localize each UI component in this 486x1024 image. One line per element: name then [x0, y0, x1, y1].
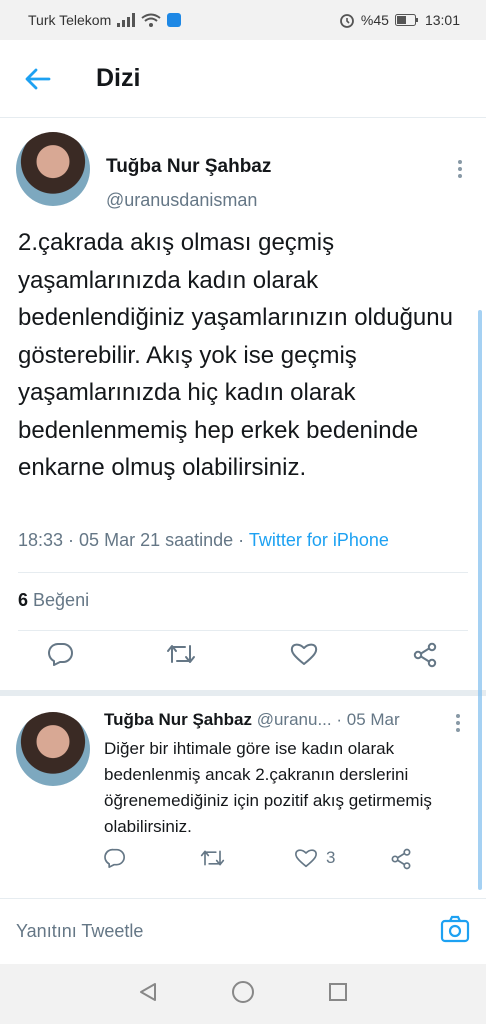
heart-icon	[290, 643, 318, 665]
square-recents-icon	[329, 982, 347, 1001]
app-bar: Dizi	[0, 40, 486, 118]
battery-percent: %45	[360, 12, 389, 28]
more-options-icon[interactable]	[456, 714, 460, 732]
tweet-source-link[interactable]: Twitter for iPhone	[249, 530, 389, 550]
divider	[18, 572, 468, 573]
back-button[interactable]	[0, 40, 76, 118]
reply-icon	[48, 642, 73, 666]
reply-icon	[104, 848, 125, 868]
retweet-icon	[200, 850, 225, 866]
signal-icon	[117, 13, 136, 27]
tweet-header: Tuğba Nur Şahbaz @uranusdanisman	[16, 132, 470, 211]
author-handle[interactable]: @uranusdanisman	[106, 190, 257, 211]
heart-icon	[295, 849, 317, 868]
reply-header: Tuğba Nur Şahbaz @uranu... · 05 Mar	[104, 710, 400, 729]
share-button[interactable]	[390, 848, 412, 870]
retweet-button[interactable]	[200, 848, 225, 868]
tweet-time: 18:33	[18, 530, 64, 550]
reply-date: 05 Mar	[346, 710, 400, 729]
triangle-back-icon	[140, 982, 156, 1001]
arrow-left-icon	[25, 68, 51, 89]
retweet-icon	[167, 645, 195, 663]
divider	[18, 630, 468, 631]
reply-compose-bar[interactable]: Yanıtını Tweetle	[0, 898, 486, 964]
tweet-actions	[0, 642, 486, 682]
avatar[interactable]	[16, 712, 90, 786]
shield-icon	[167, 13, 182, 27]
nav-back-button[interactable]	[137, 981, 159, 1008]
reply-input[interactable]: Yanıtını Tweetle	[16, 921, 143, 942]
carrier-label: Turk Telekom	[28, 12, 112, 28]
likes-count: 6	[18, 590, 29, 610]
camera-button[interactable]	[440, 915, 470, 948]
status-bar: Turk Telekom %45 13:01	[0, 0, 486, 40]
like-button[interactable]: 3	[294, 848, 335, 868]
wifi-icon	[141, 13, 161, 27]
clock-time: 13:01	[424, 12, 460, 28]
camera-icon	[440, 915, 470, 943]
scrollbar[interactable]	[478, 310, 482, 890]
share-icon	[413, 642, 437, 668]
likes-label: Beğeni	[33, 590, 90, 610]
tweet-text: 2.çakrada akış olması geçmiş yaşamlarını…	[18, 229, 453, 481]
reply-button[interactable]	[48, 642, 74, 666]
likes-summary[interactable]: 6 Beğeni	[18, 590, 89, 611]
like-count: 3	[326, 848, 336, 867]
alarm-icon	[339, 12, 355, 28]
reply-button[interactable]	[104, 848, 126, 868]
page-title: Dizi	[96, 64, 141, 92]
nav-home-button[interactable]	[231, 980, 255, 1009]
reply-tweet[interactable]: Tuğba Nur Şahbaz @uranu... · 05 Mar Diğe…	[0, 694, 486, 892]
author-name[interactable]: Tuğba Nur Şahbaz	[106, 156, 271, 178]
share-icon	[391, 848, 411, 870]
circle-home-icon	[232, 980, 254, 1003]
share-button[interactable]	[412, 642, 438, 668]
tweet-meta: 18:33 · 05 Mar 21 saatinde · Twitter for…	[18, 530, 389, 550]
nav-recents-button[interactable]	[327, 981, 349, 1008]
tweet-date: 05 Mar 21 saatinde	[79, 530, 234, 550]
reply-author-handle[interactable]: @uranu...	[257, 710, 332, 729]
system-nav-bar	[0, 964, 486, 1024]
more-options-icon[interactable]	[458, 160, 462, 178]
retweet-button[interactable]	[166, 642, 196, 666]
avatar[interactable]	[16, 132, 90, 206]
reply-author-name[interactable]: Tuğba Nur Şahbaz	[104, 710, 252, 729]
reply-actions: 3	[0, 848, 486, 888]
reply-text: Diğer bir ihtimale göre ise kadın olarak…	[104, 739, 432, 836]
battery-icon	[394, 14, 419, 26]
like-button[interactable]	[290, 642, 318, 666]
